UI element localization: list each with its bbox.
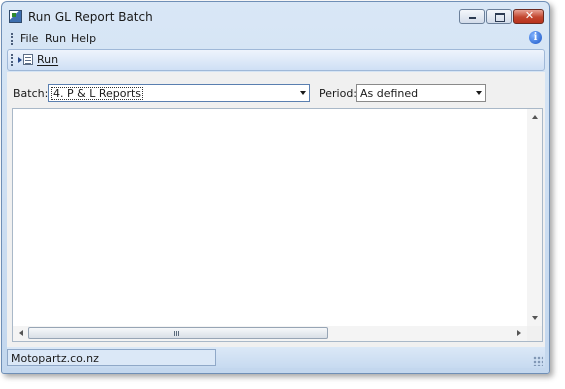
maximize-button[interactable] [486,9,512,24]
menu-run[interactable]: Run [45,32,66,45]
info-icon[interactable]: i [529,31,542,44]
close-button[interactable]: ✕ [513,9,544,24]
batch-label: Batch: [13,87,49,100]
scroll-right-icon[interactable] [517,330,521,336]
period-select-value: As defined [360,87,419,100]
app-window: Run GL Report Batch ✕ File Run Help i Ru… [1,1,550,374]
company-name: Motopartz.co.nz [11,352,99,365]
batch-select[interactable]: 4. P & L Reports [48,84,310,102]
run-button[interactable]: Run [18,52,68,68]
run-report-icon [18,54,34,66]
status-bar: Motopartz.co.nz [7,347,545,368]
close-icon: ✕ [524,9,535,22]
scroll-left-icon[interactable] [19,330,23,336]
horizontal-scroll-thumb[interactable] [28,327,328,339]
report-list-panel[interactable] [12,108,543,342]
horizontal-scrollbar[interactable] [13,326,527,341]
resize-grip-icon[interactable] [533,356,543,366]
chevron-down-icon[interactable] [300,91,306,95]
chevron-down-icon[interactable] [476,91,482,95]
toolbar-grip-icon[interactable] [11,54,15,66]
run-button-label: Run [37,53,59,66]
window-title: Run GL Report Batch [28,10,153,24]
scroll-corner [527,326,542,341]
menu-grip-icon[interactable] [11,33,15,45]
scroll-down-icon[interactable] [532,316,538,320]
vertical-scrollbar[interactable] [527,109,542,326]
menu-help[interactable]: Help [71,32,96,45]
toolbar: Run [7,49,545,71]
period-label: Period: [319,87,358,100]
status-panel-company: Motopartz.co.nz [7,349,216,366]
maximize-icon [495,13,505,22]
scroll-up-icon[interactable] [532,115,538,119]
period-select[interactable]: As defined [356,84,486,102]
minimize-icon [469,17,476,19]
menu-bar: File Run Help i [7,31,545,48]
app-icon [9,10,22,23]
main-panel: Batch: 4. P & L Reports Period: As defin… [7,72,545,347]
thumb-grip-icon [174,331,175,336]
batch-select-value: 4. P & L Reports [51,87,144,100]
minimize-button[interactable] [459,9,485,24]
menu-file[interactable]: File [20,32,38,45]
title-bar[interactable]: Run GL Report Batch ✕ [2,2,549,31]
